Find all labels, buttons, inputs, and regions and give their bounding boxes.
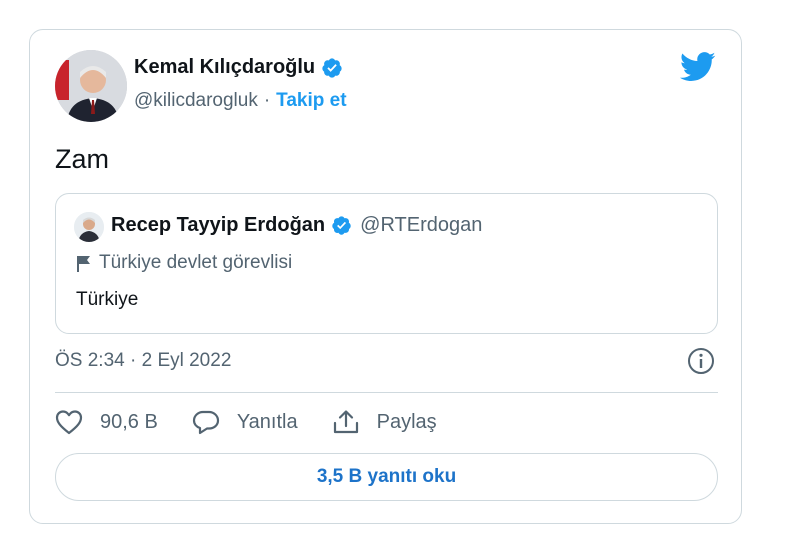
- embedded-tweet-card[interactable]: Kemal Kılıçdaroğlu @kilicdarogluk · Taki…: [29, 29, 742, 524]
- quoted-tweet[interactable]: Recep Tayyip Erdoğan @RTErdogan Türkiye …: [55, 193, 718, 334]
- info-icon[interactable]: [687, 347, 715, 375]
- follow-button[interactable]: Takip et: [276, 90, 346, 112]
- share-icon: [333, 410, 358, 434]
- tweet-timestamp[interactable]: ÖS 2:34 · 2 Eyl 2022: [55, 350, 231, 372]
- divider: [55, 392, 718, 393]
- like-button[interactable]: 90,6 B: [55, 409, 158, 435]
- government-label[interactable]: Türkiye devlet görevlisi: [76, 252, 292, 274]
- verified-badge-icon: [332, 216, 351, 235]
- reply-label: Yanıtla: [236, 410, 298, 433]
- quoted-tweet-text: Türkiye: [76, 289, 139, 310]
- author-name[interactable]: Kemal Kılıçdaroğlu: [134, 56, 315, 79]
- action-bar: 90,6 B Yanıtla Paylaş: [55, 409, 471, 435]
- like-count: 90,6 B: [100, 410, 158, 433]
- heart-icon: [55, 410, 83, 435]
- quoted-author-name: Recep Tayyip Erdoğan: [111, 214, 326, 236]
- share-label: Paylaş: [376, 410, 437, 433]
- read-replies-button[interactable]: 3,5 B yanıtı oku: [55, 453, 718, 501]
- author-name-row: Kemal Kılıçdaroğlu: [134, 56, 343, 79]
- author-handle-row: @kilicdarogluk · Takip et: [134, 90, 347, 112]
- quoted-author-handle: @RTErdogan: [360, 214, 483, 236]
- verified-badge-icon: [322, 57, 342, 78]
- government-flag-icon: [77, 255, 90, 272]
- author-handle[interactable]: @kilicdarogluk: [134, 90, 258, 112]
- reply-bubble-icon: [192, 410, 219, 435]
- handle-separator: ·: [263, 90, 271, 111]
- government-label-text: Türkiye devlet görevlisi: [99, 252, 293, 273]
- author-avatar[interactable]: [55, 50, 127, 122]
- tweet-text: Zam: [55, 144, 109, 174]
- share-button[interactable]: Paylaş: [332, 409, 437, 435]
- quoted-header: Recep Tayyip Erdoğan @RTErdogan: [111, 214, 482, 237]
- twitter-bird-icon[interactable]: [680, 52, 716, 82]
- quoted-author-avatar[interactable]: [74, 212, 104, 242]
- reply-button[interactable]: Yanıtla: [192, 409, 298, 435]
